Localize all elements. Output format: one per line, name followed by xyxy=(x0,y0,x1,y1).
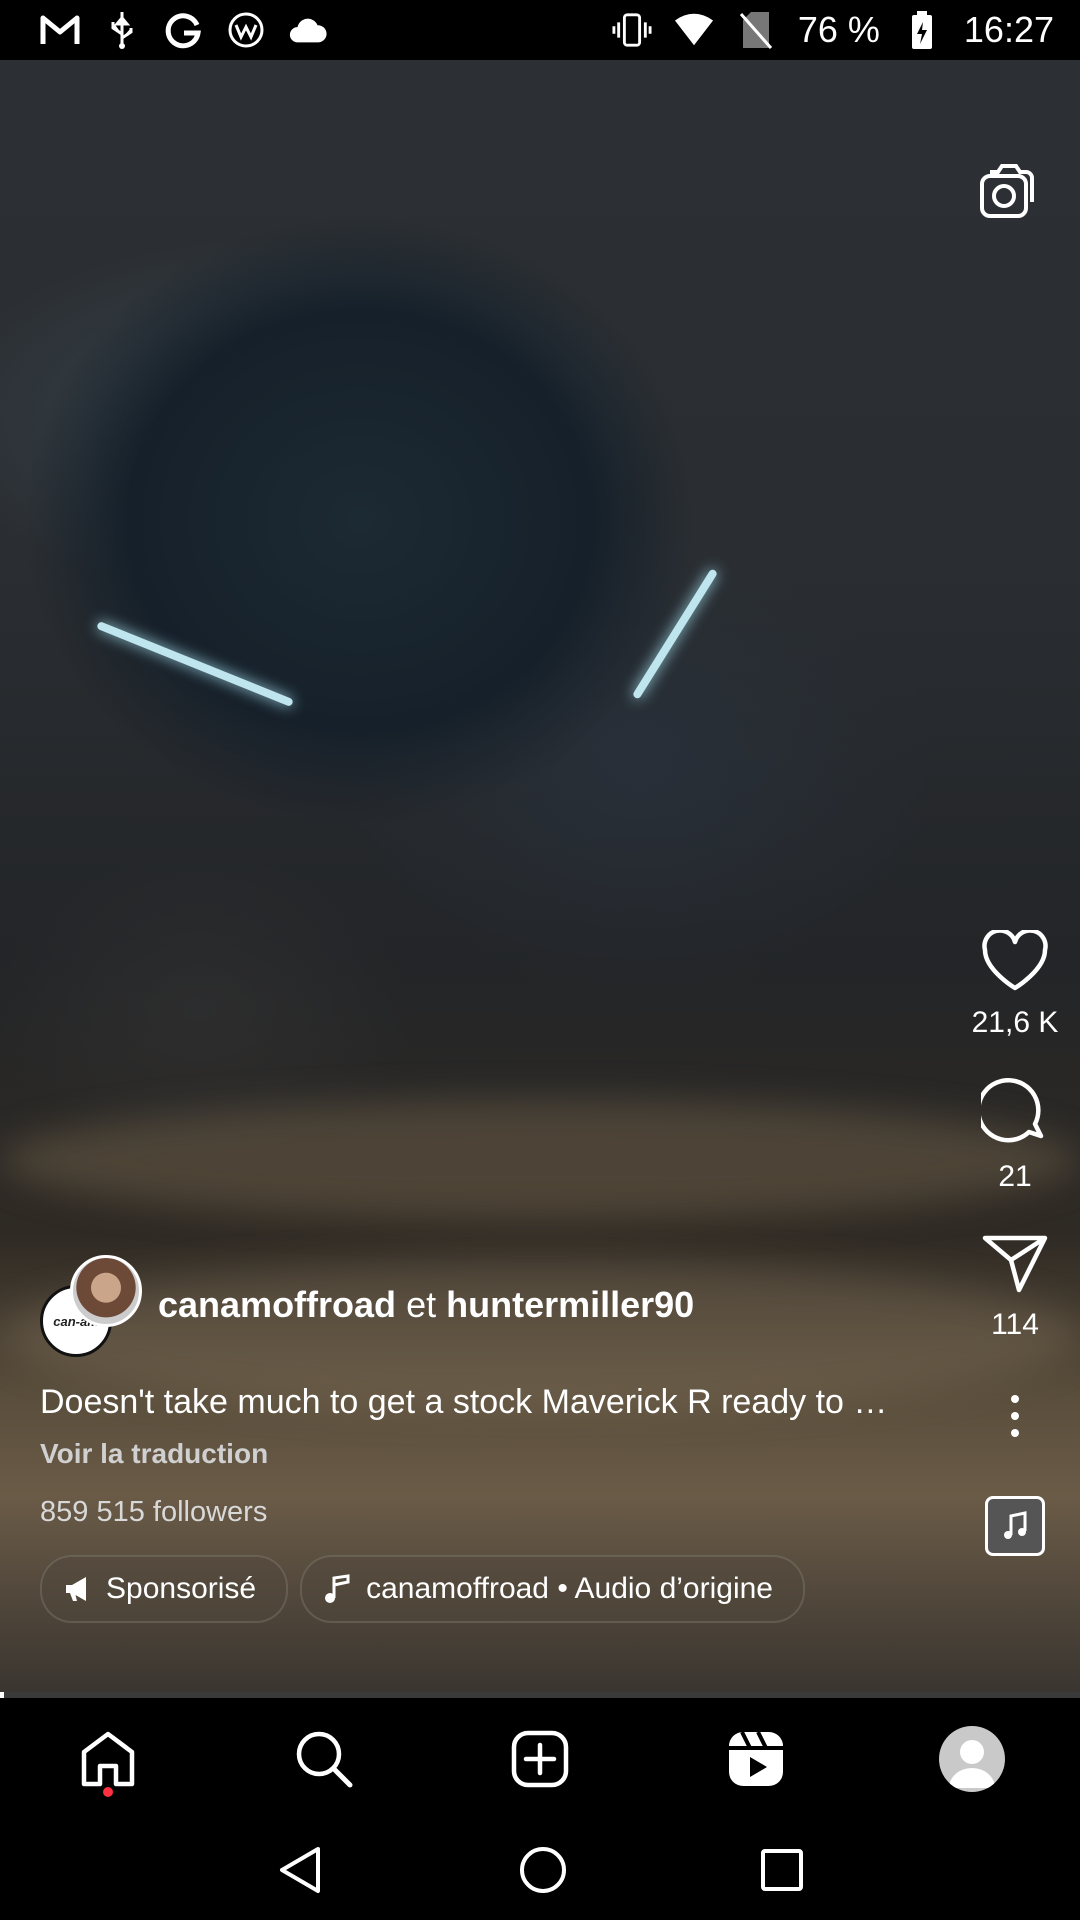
nav-reels[interactable] xyxy=(716,1719,796,1799)
profile-avatar xyxy=(939,1726,1005,1792)
status-left xyxy=(40,10,328,50)
comment-action[interactable]: 21 xyxy=(981,1078,1049,1194)
camera-icon[interactable] xyxy=(976,160,1040,224)
nav-profile[interactable] xyxy=(932,1719,1012,1799)
comment-icon[interactable] xyxy=(981,1078,1049,1146)
notification-dot xyxy=(103,1787,113,1797)
sponsored-chip[interactable]: Sponsorisé xyxy=(40,1555,289,1623)
status-right: 76 % 16:27 xyxy=(612,9,1054,51)
status-bar: 76 % 16:27 xyxy=(0,0,1080,60)
authors-line: canamoffroad et huntermiller90 xyxy=(158,1284,694,1326)
comment-count: 21 xyxy=(998,1160,1032,1193)
like-count: 21,6 K xyxy=(971,1006,1059,1039)
usb-icon xyxy=(102,10,142,50)
vpn-icon xyxy=(226,10,266,50)
post-caption[interactable]: Doesn't take much to get a stock Maveric… xyxy=(40,1383,940,1422)
music-note-icon xyxy=(1004,1511,1027,1539)
heart-icon[interactable] xyxy=(981,930,1049,992)
cloud-icon xyxy=(288,10,328,50)
send-icon[interactable] xyxy=(981,1232,1049,1294)
sponsored-label: Sponsorisé xyxy=(106,1572,257,1605)
follower-count: 859 515 followers xyxy=(40,1496,268,1528)
music-note-icon xyxy=(325,1574,350,1603)
author-join: et xyxy=(406,1284,437,1325)
bottom-nav xyxy=(0,1698,1080,1820)
google-icon xyxy=(164,10,204,50)
home-button-icon[interactable] xyxy=(518,1845,568,1895)
no-sim-icon xyxy=(736,10,776,50)
video-dust-1 xyxy=(0,1100,1080,1220)
nav-search[interactable] xyxy=(284,1719,364,1799)
like-action[interactable]: 21,6 K xyxy=(971,930,1059,1040)
gmail-icon xyxy=(40,10,80,50)
translate-link[interactable]: Voir la traduction xyxy=(40,1438,940,1470)
audio-chip[interactable]: canamoffroad • Audio d’origine xyxy=(300,1555,805,1623)
reels-icon xyxy=(729,1731,783,1786)
wifi-icon xyxy=(674,10,714,50)
battery-charging-icon xyxy=(902,10,942,50)
megaphone-icon xyxy=(66,1577,86,1601)
author-secondary[interactable]: huntermiller90 xyxy=(446,1284,694,1325)
author-avatars[interactable]: can-am xyxy=(40,1255,142,1357)
system-nav xyxy=(0,1820,1080,1920)
clock: 16:27 xyxy=(963,9,1054,50)
post-chips: Sponsorisé canamoffroad • Audio d’origin… xyxy=(40,1555,940,1623)
share-action[interactable]: 114 xyxy=(981,1232,1049,1342)
more-options-icon[interactable] xyxy=(995,1386,1035,1446)
recents-icon[interactable] xyxy=(760,1848,804,1892)
back-icon[interactable] xyxy=(276,1845,326,1895)
action-column: 21,6 K 21 114 xyxy=(950,930,1080,1556)
battery-percent: 76 % xyxy=(797,9,880,50)
post-authors[interactable]: can-am canamoffroad et huntermiller90 xyxy=(40,1255,940,1357)
huntermiller90-avatar[interactable] xyxy=(70,1255,142,1327)
audio-thumbnail[interactable] xyxy=(985,1496,1045,1556)
create-icon xyxy=(511,1730,569,1788)
home-icon xyxy=(81,1731,135,1787)
audio-label: canamoffroad • Audio d’origine xyxy=(366,1572,773,1605)
search-icon xyxy=(296,1731,353,1788)
nav-create[interactable] xyxy=(500,1719,580,1799)
nav-home[interactable] xyxy=(68,1719,148,1799)
vibrate-icon xyxy=(612,10,652,50)
author-primary[interactable]: canamoffroad xyxy=(158,1284,396,1325)
post-info: can-am canamoffroad et huntermiller90 Do… xyxy=(40,1255,940,1623)
share-count: 114 xyxy=(991,1308,1039,1341)
